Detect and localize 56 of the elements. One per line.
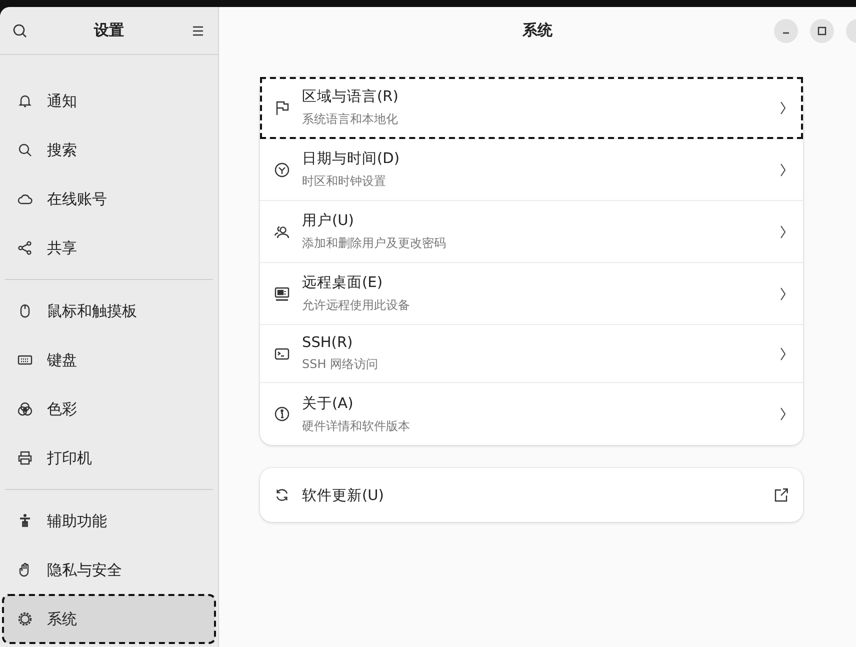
settings-row[interactable]: SSH(R) SSH 网络访问 [260, 325, 803, 383]
sidebar-item[interactable]: 系统 [3, 595, 215, 643]
sidebar-item[interactable]: 搜索 [3, 126, 215, 174]
row-subtitle: 允许远程使用此设备 [302, 297, 411, 314]
person-icon [17, 513, 33, 529]
settings-row[interactable]: 用户(U) 添加和删除用户及更改密码 [260, 201, 803, 263]
settings-row[interactable]: 远程桌面(E) 允许远程使用此设备 [260, 263, 803, 325]
search-icon [12, 22, 28, 38]
share-icon [17, 240, 33, 256]
software-update-row[interactable]: 软件更新(U) [260, 468, 803, 522]
row-title: 区域与语言(R) [302, 88, 400, 106]
refresh-icon [274, 487, 290, 503]
settings-row[interactable]: 区域与语言(R) 系统语言和本地化 [260, 77, 803, 139]
gear-icon [17, 611, 33, 627]
printer-icon [17, 450, 33, 466]
chevron-right-icon [779, 346, 787, 362]
sidebar-item[interactable]: 色彩 [3, 385, 215, 433]
chevron-right-icon [779, 224, 787, 240]
sidebar-item[interactable]: 键盘 [3, 336, 215, 384]
maximize-button[interactable] [810, 19, 834, 43]
info-icon [274, 406, 290, 422]
flag-icon [274, 100, 290, 116]
settings-row[interactable]: 日期与时间(D) 时区和时钟设置 [260, 139, 803, 201]
terminal-icon [274, 346, 290, 362]
row-title: SSH(R) [302, 334, 354, 350]
row-title: 关于(A) [302, 394, 354, 412]
sidebar-title: 设置 [94, 21, 124, 40]
row-subtitle: 时区和时钟设置 [302, 173, 387, 190]
chevron-right-icon [779, 286, 787, 302]
row-title: 远程桌面(E) [302, 274, 384, 292]
row-subtitle: 添加和删除用户及更改密码 [302, 235, 447, 252]
row-title: 用户(U) [302, 212, 355, 230]
chevron-right-icon [779, 100, 787, 116]
sidebar-item[interactable]: 共享 [3, 224, 215, 272]
page-title: 系统 [522, 21, 552, 40]
sidebar-item[interactable]: 辅助功能 [3, 497, 215, 545]
external-link-icon [773, 487, 789, 503]
settings-row[interactable]: 关于(A) 硬件详情和软件版本 [260, 383, 803, 445]
color-circles-icon [17, 401, 33, 417]
row-subtitle: SSH 网络访问 [302, 356, 380, 372]
sidebar-item[interactable]: 在线账号 [3, 175, 215, 223]
search-icon [17, 142, 33, 158]
row-subtitle: 系统语言和本地化 [302, 111, 399, 128]
sidebar-item[interactable]: 隐私与安全 [3, 546, 215, 594]
sidebar-item[interactable]: 打印机 [3, 434, 215, 482]
row-subtitle: 硬件详情和软件版本 [302, 418, 411, 434]
monitor-icon [274, 286, 290, 302]
sidebar-item[interactable]: 鼠标和触摸板 [3, 287, 215, 335]
chevron-right-icon [779, 406, 787, 422]
row-title: 日期与时间(D) [302, 150, 400, 168]
chevron-right-icon [779, 162, 787, 178]
user-icon [274, 224, 290, 240]
clock-icon [274, 162, 290, 178]
bell-icon [17, 93, 33, 109]
maximize-icon [817, 26, 827, 36]
sidebar-item[interactable]: 通知 [3, 77, 215, 125]
